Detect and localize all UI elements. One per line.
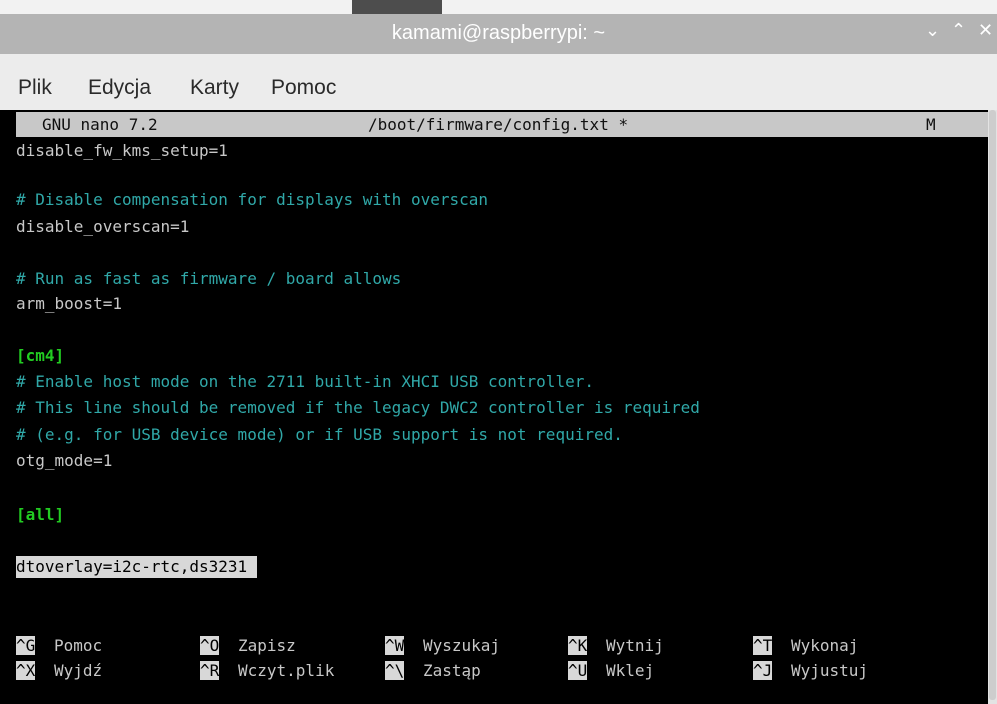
- editor-line-comment[interactable]: # Disable compensation for displays with…: [16, 189, 488, 211]
- editor-line-comment[interactable]: # (e.g. for USB device mode) or if USB s…: [16, 424, 623, 446]
- nano-header: GNU nano 7.2 /boot/firmware/config.txt *…: [16, 112, 988, 137]
- terminal-window: kamami@raspberrypi: ~ ⌄ ⌃ ✕ Plik Edycja …: [0, 0, 997, 704]
- nano-version: GNU nano 7.2: [42, 115, 158, 134]
- shortcut-label-replace[interactable]: Zastąp: [423, 661, 481, 680]
- shortcut-key-cut[interactable]: ^K: [568, 636, 588, 655]
- editor-line[interactable]: otg_mode=1: [16, 450, 112, 472]
- editor-line[interactable]: disable_overscan=1: [16, 216, 189, 238]
- menu-item-edycja[interactable]: Edycja: [88, 76, 151, 100]
- shortcut-label-exit[interactable]: Wyjdź: [54, 661, 102, 680]
- editor-line-comment[interactable]: # This line should be removed if the leg…: [16, 397, 700, 419]
- maximize-icon[interactable]: ⌃: [951, 20, 966, 41]
- shortcut-key-execute[interactable]: ^T: [753, 636, 773, 655]
- desktop-background-shape: [352, 0, 442, 14]
- shortcut-key-read-file[interactable]: ^R: [200, 661, 220, 680]
- shortcut-key-save[interactable]: ^O: [200, 636, 220, 655]
- nano-filename: /boot/firmware/config.txt *: [368, 115, 629, 134]
- editor-line-section[interactable]: [all]: [16, 504, 64, 526]
- scrollbar-thumb[interactable]: [989, 110, 996, 700]
- shortcut-key-justify[interactable]: ^J: [753, 661, 773, 680]
- menu-bar: Plik Edycja Karty Pomoc: [0, 54, 997, 110]
- editor-line-section[interactable]: [cm4]: [16, 345, 64, 367]
- title-bar[interactable]: kamami@raspberrypi: ~ ⌄ ⌃ ✕: [0, 14, 997, 54]
- shortcut-key-paste[interactable]: ^U: [568, 661, 588, 680]
- shortcut-key-replace[interactable]: ^\: [385, 661, 405, 680]
- editor-line[interactable]: arm_boost=1: [16, 293, 122, 315]
- shortcut-label-justify[interactable]: Wyjustuj: [791, 661, 868, 680]
- minimize-icon[interactable]: ⌄: [925, 20, 940, 41]
- nano-modified-flag: M: [926, 115, 936, 134]
- window-title: kamami@raspberrypi: ~: [391, 22, 606, 44]
- shortcut-label-paste[interactable]: Wklej: [606, 661, 654, 680]
- shortcut-label-read-file[interactable]: Wczyt.plik: [238, 661, 334, 680]
- editor-line-comment[interactable]: # Run as fast as firmware / board allows: [16, 268, 401, 290]
- shortcut-label-help[interactable]: Pomoc: [54, 636, 102, 655]
- editor-line-comment[interactable]: # Enable host mode on the 2711 built-in …: [16, 371, 594, 393]
- menu-item-karty[interactable]: Karty: [190, 76, 239, 100]
- menu-item-pomoc[interactable]: Pomoc: [271, 76, 336, 100]
- shortcut-key-exit[interactable]: ^X: [16, 661, 36, 680]
- shortcut-label-execute[interactable]: Wykonaj: [791, 636, 858, 655]
- close-icon[interactable]: ✕: [978, 20, 993, 41]
- editor-line-selected[interactable]: dtoverlay=i2c-rtc,ds3231: [16, 556, 258, 578]
- shortcut-label-search[interactable]: Wyszukaj: [423, 636, 500, 655]
- shortcut-label-cut[interactable]: Wytnij: [606, 636, 664, 655]
- menu-item-plik[interactable]: Plik: [18, 76, 52, 100]
- shortcut-key-search[interactable]: ^W: [385, 636, 405, 655]
- shortcut-key-help[interactable]: ^G: [16, 636, 36, 655]
- scrollbar[interactable]: [988, 110, 997, 704]
- desktop-background-strip: [0, 0, 997, 14]
- shortcut-label-save[interactable]: Zapisz: [238, 636, 296, 655]
- editor-line[interactable]: disable_fw_kms_setup=1: [16, 140, 228, 162]
